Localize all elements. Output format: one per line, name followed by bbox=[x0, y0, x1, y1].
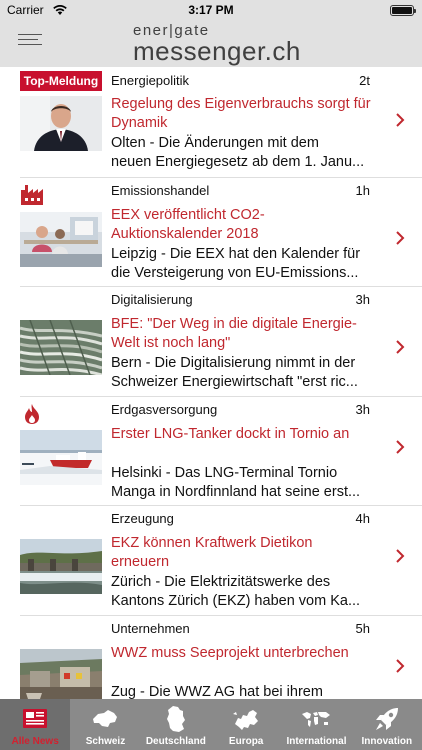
chevron-right-icon[interactable] bbox=[394, 548, 406, 564]
tab-europa[interactable]: Europa bbox=[211, 699, 281, 750]
news-title[interactable]: EKZ können Kraftwerk Dietikon erneuern bbox=[111, 534, 373, 572]
news-title[interactable]: Erster LNG-Tanker dockt in Tornio an bbox=[111, 425, 373, 444]
news-time: 1h bbox=[355, 182, 370, 198]
news-list[interactable]: Top-Meldung Energiepolitik 2t Regelung d… bbox=[0, 67, 422, 699]
chevron-right-icon[interactable] bbox=[394, 230, 406, 246]
app-logo: ener|gate messenger.ch bbox=[133, 23, 301, 64]
factory-icon bbox=[21, 184, 43, 205]
top-meldung-badge: Top-Meldung bbox=[20, 71, 102, 91]
news-category: Unternehmen bbox=[111, 620, 190, 636]
tab-innovation[interactable]: Innovation bbox=[352, 699, 422, 750]
app-header: ener|gate messenger.ch bbox=[0, 20, 422, 67]
newspaper-icon bbox=[23, 709, 48, 728]
hamburger-menu-icon[interactable] bbox=[18, 34, 46, 54]
summary-line: Zug - Die WWZ AG hat bei ihrem bbox=[111, 683, 323, 700]
logo-main-text: messenger.ch bbox=[133, 36, 301, 66]
summary-line: die Versteigerung von EU-Emissions... bbox=[111, 264, 359, 281]
chevron-right-icon[interactable] bbox=[394, 112, 406, 128]
news-category: Digitalisierung bbox=[111, 292, 193, 307]
tab-label: Europa bbox=[228, 736, 264, 747]
summary-line: Helsinki - Das LNG-Terminal Tornio bbox=[111, 464, 338, 481]
news-time: 3h bbox=[355, 292, 370, 307]
news-item[interactable]: Erzeugung 4h EKZ können Kraftwerk Dietik… bbox=[0, 505, 422, 615]
tab-international[interactable]: International bbox=[281, 699, 351, 750]
news-time: 3h bbox=[355, 401, 370, 417]
news-thumbnail bbox=[20, 320, 102, 375]
summary-line: Olten - Die Änderungen mit dem bbox=[111, 135, 319, 151]
news-summary: Helsinki - Das LNG-Terminal Tornio Manga… bbox=[111, 464, 383, 502]
europe-map-icon bbox=[233, 710, 259, 730]
news-thumbnail bbox=[20, 96, 102, 151]
flame-icon bbox=[25, 403, 39, 424]
summary-line: Bern - Die Digitalisierung nimmt in der bbox=[111, 355, 356, 371]
clock-time: 3:17 PM bbox=[188, 3, 234, 17]
news-category: Energiepolitik bbox=[111, 73, 190, 88]
rocket-icon bbox=[375, 708, 398, 730]
battery-icon bbox=[390, 5, 416, 16]
summary-line: Leipzig - Die EEX hat den Kalender für bbox=[111, 245, 361, 262]
chevron-right-icon[interactable] bbox=[394, 339, 406, 355]
news-summary: Zürich - Die Elektrizitätswerke des Kant… bbox=[111, 573, 383, 611]
news-item[interactable]: Erdgasversorgung 3h Erster LNG-Tanker do… bbox=[0, 395, 422, 506]
tab-label: International bbox=[286, 736, 347, 747]
news-thumbnail bbox=[20, 539, 102, 594]
news-thumbnail bbox=[20, 211, 102, 267]
summary-line: neuen Energiegesetz ab dem 1. Janu... bbox=[111, 154, 365, 170]
summary-line: Zürich - Die Elektrizitätswerke des bbox=[111, 574, 331, 590]
tab-label: Innovation bbox=[361, 736, 413, 747]
chevron-right-icon[interactable] bbox=[394, 439, 406, 455]
news-thumbnail bbox=[20, 429, 102, 485]
news-item[interactable]: Unternehmen 5h WWZ muss Seeprojekt unter… bbox=[0, 614, 422, 700]
news-title[interactable]: WWZ muss Seeprojekt unterbrechen bbox=[111, 644, 373, 663]
news-category: Erdgasversorgung bbox=[111, 401, 218, 417]
news-summary: Bern - Die Digitalisierung nimmt in der … bbox=[111, 354, 383, 392]
news-time: 4h bbox=[355, 511, 370, 526]
news-time: 5h bbox=[355, 620, 370, 636]
switzerland-map-icon bbox=[93, 710, 118, 727]
tab-deutschland[interactable]: Deutschland bbox=[141, 699, 211, 750]
tab-label: Alle News bbox=[11, 736, 59, 747]
news-summary: Zug - Die WWZ AG hat bei ihrem bbox=[111, 683, 383, 700]
summary-line: Manga in Nordfinnland hat seine erst... bbox=[111, 483, 361, 500]
chevron-right-icon[interactable] bbox=[394, 658, 406, 674]
news-thumbnail bbox=[20, 648, 102, 699]
summary-line: Kantons Zürich (EKZ) haben vom Ka... bbox=[111, 593, 361, 609]
tab-label: Deutschland bbox=[145, 736, 206, 747]
news-item[interactable]: Emissionshandel 1h EEX veröffentlicht CO… bbox=[0, 176, 422, 287]
status-bar: Carrier 3:17 PM bbox=[0, 0, 422, 20]
news-summary: Olten - Die Änderungen mit dem neuen Ene… bbox=[111, 134, 383, 172]
tab-label: Schweiz bbox=[85, 736, 126, 747]
news-item[interactable]: Top-Meldung Energiepolitik 2t Regelung d… bbox=[0, 67, 422, 177]
summary-line: Schweizer Energiewirtschaft "erst ric... bbox=[111, 374, 358, 390]
news-category: Emissionshandel bbox=[111, 182, 210, 198]
tab-bar: Alle News Schweiz Deutschland Europa Int… bbox=[0, 699, 422, 750]
news-time: 2t bbox=[359, 73, 370, 88]
world-map-icon bbox=[302, 712, 331, 727]
news-summary: Leipzig - Die EEX hat den Kalender für d… bbox=[111, 245, 383, 283]
tab-schweiz[interactable]: Schweiz bbox=[70, 699, 140, 750]
news-title[interactable]: BFE: "Der Weg in die digitale Energie-We… bbox=[111, 315, 373, 353]
news-title[interactable]: Regelung des Eigenverbrauchs sorgt für D… bbox=[111, 95, 373, 133]
tab-alle-news[interactable]: Alle News bbox=[0, 699, 71, 750]
news-category: Erzeugung bbox=[111, 511, 174, 526]
news-item[interactable]: Digitalisierung 3h BFE: "Der Weg in die … bbox=[0, 286, 422, 396]
news-title[interactable]: EEX veröffentlicht CO2-Auktionskalender … bbox=[111, 206, 373, 244]
germany-map-icon bbox=[166, 706, 185, 732]
